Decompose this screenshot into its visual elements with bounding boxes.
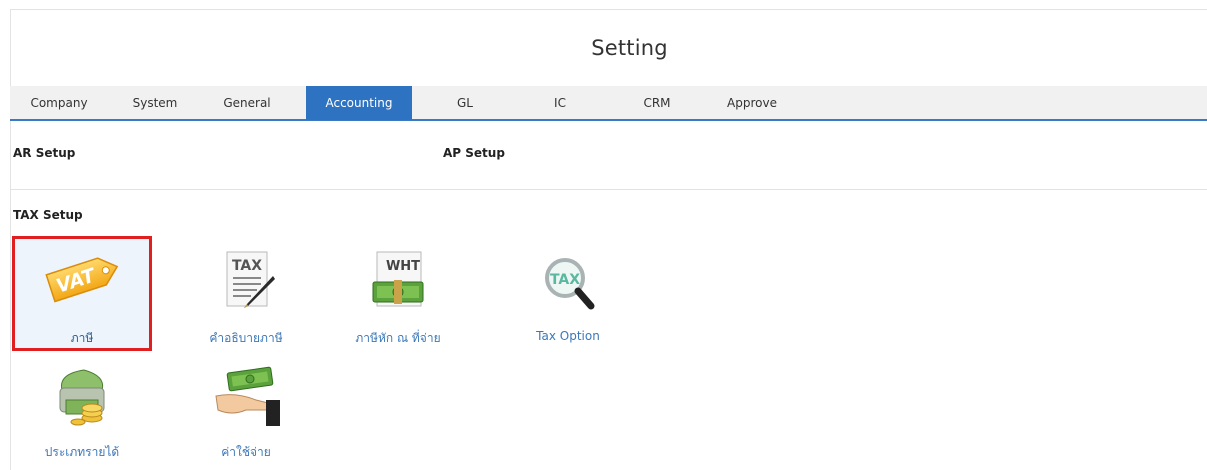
ar-setup-heading[interactable]: AR Setup [13, 146, 75, 160]
tab-crm[interactable]: CRM [627, 86, 687, 120]
tile-vat-label: ภาษี [70, 331, 94, 345]
settings-tab-bar: Company System General Accounting GL IC … [10, 86, 1207, 121]
tile-tax-option[interactable]: TAX Tax Option [500, 238, 636, 350]
tab-accounting[interactable]: Accounting [306, 86, 412, 120]
tab-general[interactable]: General [207, 86, 287, 120]
tile-withholding-tax-label: ภาษีหัก ณ ที่จ่าย [355, 331, 441, 345]
income-money-coins-icon [59, 369, 105, 426]
tab-ic[interactable]: IC [540, 86, 580, 120]
svg-text:TAX: TAX [232, 258, 262, 274]
tab-system[interactable]: System [123, 86, 187, 120]
tile-tax-description[interactable]: TAX คำอธิบายภาษี [178, 238, 314, 350]
tile-tax-description-label: คำอธิบายภาษี [209, 331, 283, 345]
tax-document-pen-icon: TAX [226, 251, 275, 308]
tile-income-type-label: ประเภทรายได้ [44, 445, 120, 459]
expense-hand-money-icon [215, 366, 280, 426]
tile-income-type[interactable]: ประเภทรายได้ [14, 360, 150, 468]
page-title: Setting [591, 36, 668, 60]
tile-tax-option-label: Tax Option [536, 329, 600, 343]
svg-text:TAX: TAX [550, 272, 580, 288]
section-divider [10, 189, 1207, 190]
vat-tag-icon: VAT [45, 257, 119, 303]
svg-text:WHT: WHT [386, 259, 420, 274]
page-header: Setting [10, 10, 1207, 86]
ap-setup-heading[interactable]: AP Setup [443, 146, 505, 160]
tile-expense-label: ค่าใช้จ่าย [221, 445, 271, 459]
tab-gl[interactable]: GL [440, 86, 490, 120]
wht-money-icon: WHT [372, 251, 424, 307]
tab-approve[interactable]: Approve [708, 86, 796, 120]
tax-setup-heading: TAX Setup [13, 208, 83, 222]
tile-expense[interactable]: ค่าใช้จ่าย [178, 360, 314, 468]
tax-magnifier-icon: TAX [545, 258, 595, 310]
tile-withholding-tax[interactable]: WHT ภาษีหัก ณ ที่จ่าย [330, 238, 466, 350]
tab-company[interactable]: Company [20, 86, 98, 120]
tile-vat[interactable]: VAT ภาษี [14, 238, 150, 350]
